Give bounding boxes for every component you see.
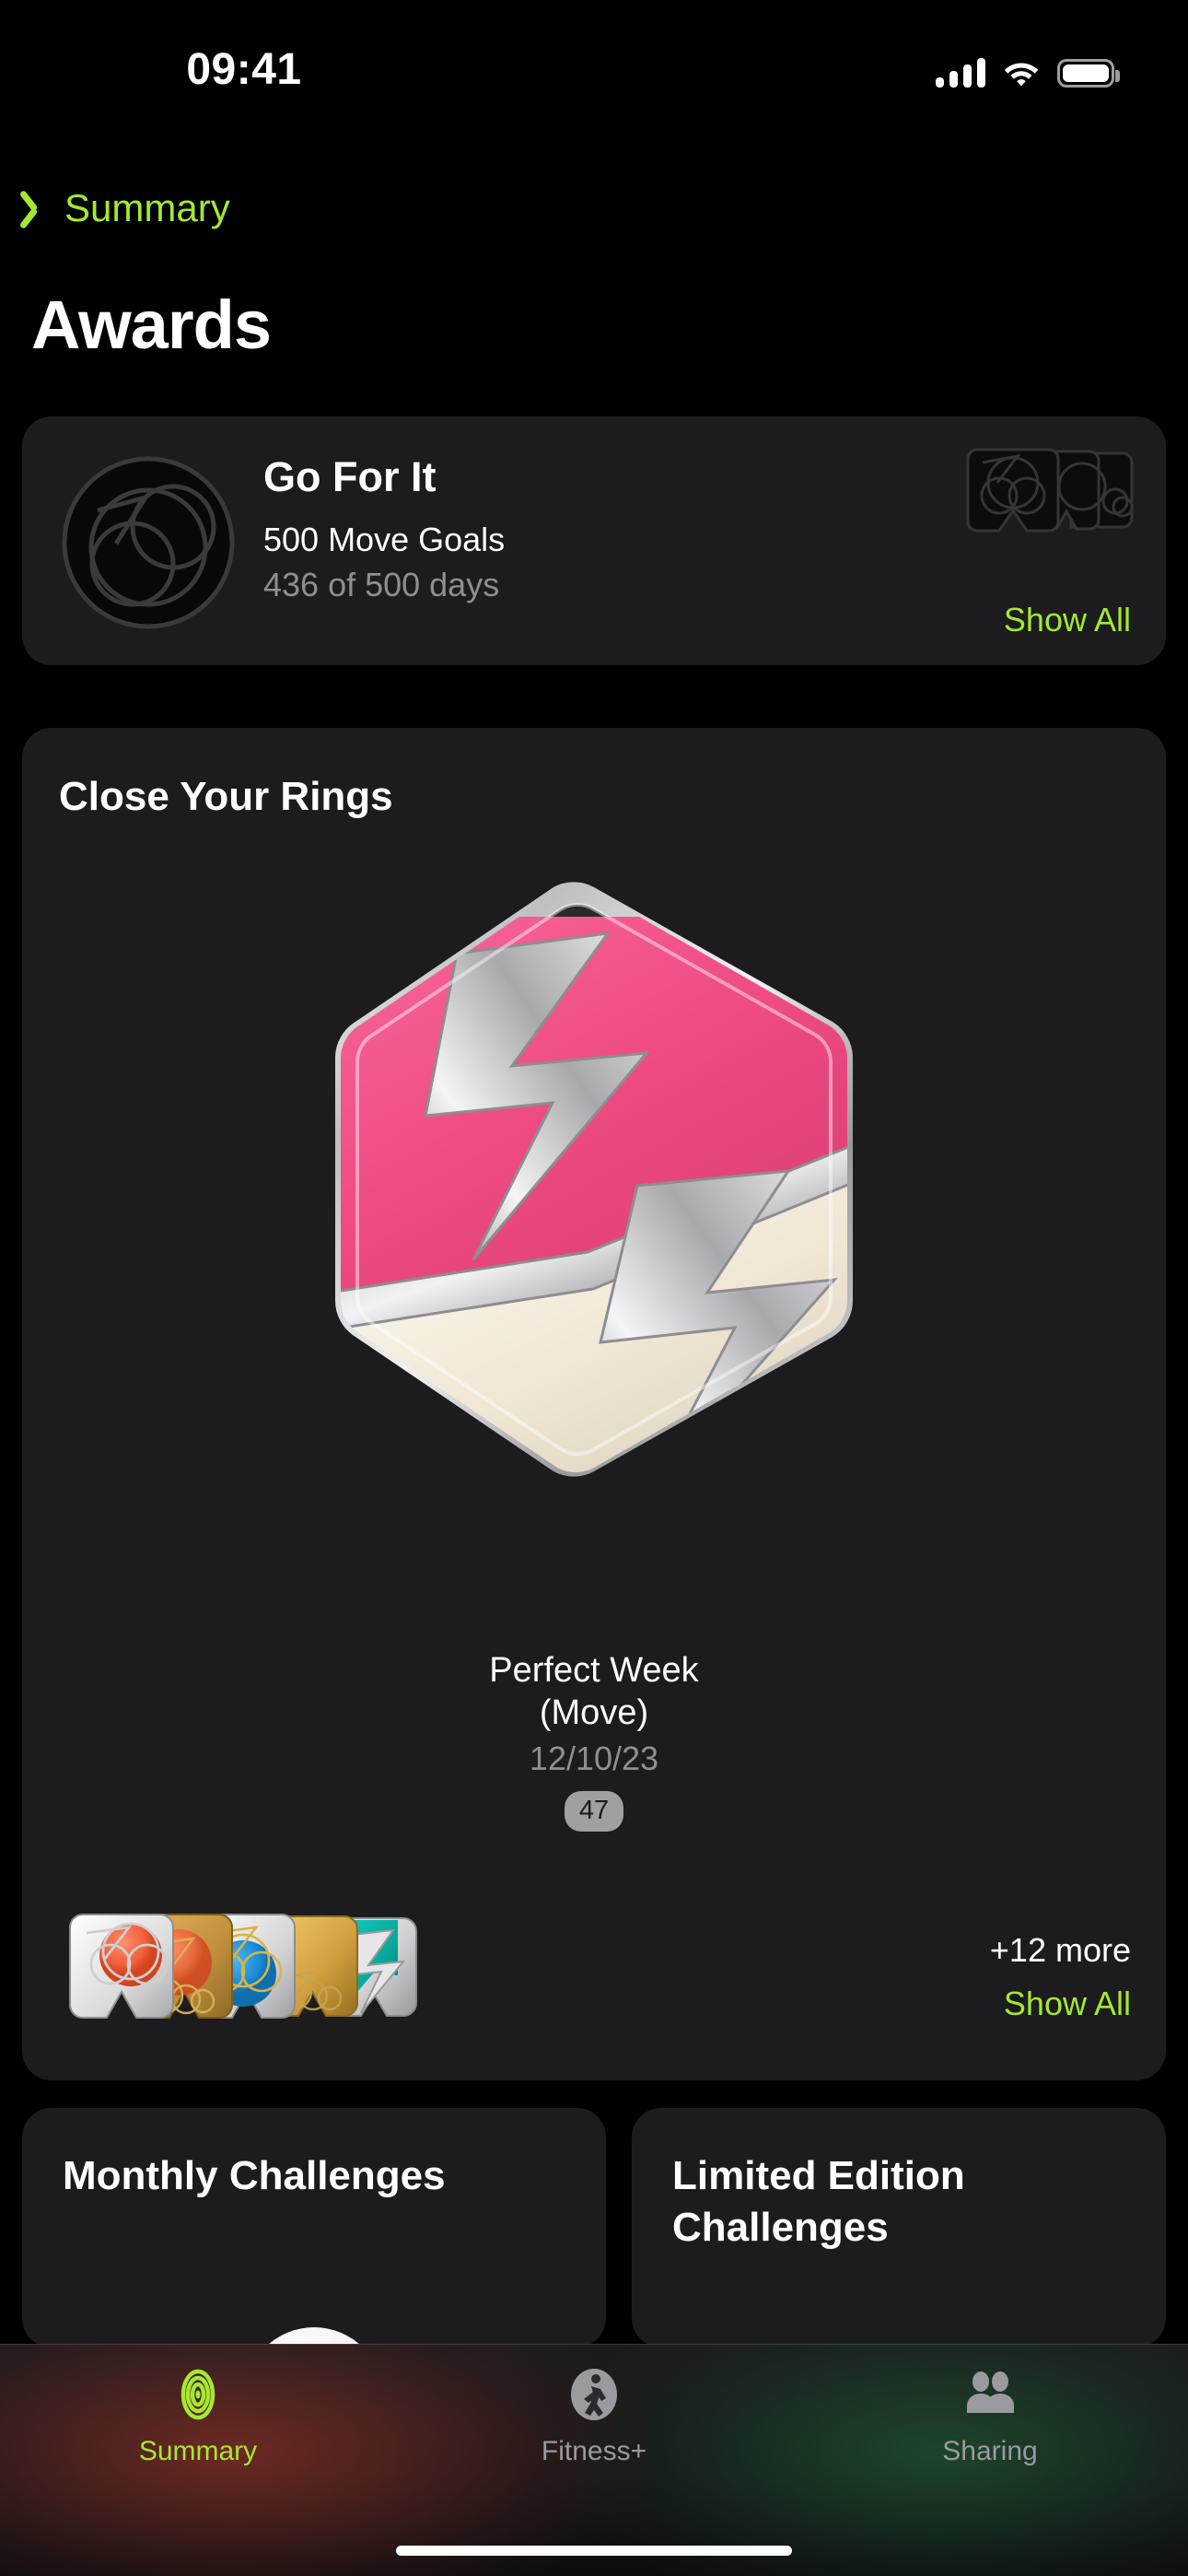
tab-summary-label: Summary bbox=[138, 2436, 258, 2466]
close-your-rings-card: Close Your Rings Perfect Week (Move) 12/… bbox=[22, 728, 1166, 2080]
go-for-it-title: Go For It bbox=[263, 453, 437, 500]
move-goal-circles-badge-icon bbox=[61, 455, 236, 630]
go-for-it-text-block: Go For It 500 Move Goals 436 of 500 days bbox=[263, 453, 505, 605]
hero-award-count-badge: 47 bbox=[564, 1790, 624, 1832]
fitness-plus-runner-icon bbox=[564, 2364, 624, 2425]
battery-full-icon bbox=[1057, 59, 1120, 88]
wifi-icon bbox=[1002, 58, 1041, 88]
tab-fitness-plus[interactable]: Fitness+ bbox=[396, 2364, 792, 2467]
people-sharing-icon bbox=[960, 2364, 1020, 2425]
home-indicator[interactable] bbox=[396, 2546, 792, 2556]
status-bar-time: 09:41 bbox=[186, 45, 302, 94]
go-for-it-show-all-link[interactable]: Show All bbox=[1004, 601, 1131, 639]
hero-award-name-line1: Perfect Week bbox=[489, 1651, 699, 1690]
award-mini-stack-icon[interactable] bbox=[63, 1907, 449, 2027]
tab-sharing[interactable]: Sharing bbox=[792, 2364, 1188, 2467]
tab-list: Summary Fitness+ Sharing bbox=[0, 2364, 1188, 2467]
locked-awards-stack-icon bbox=[961, 444, 1140, 550]
rings-more-count: +12 more bbox=[989, 1931, 1131, 1969]
page-title: Awards bbox=[31, 287, 272, 363]
go-for-it-subtitle: 500 Move Goals bbox=[263, 521, 506, 559]
hero-badge-wrap bbox=[22, 838, 1166, 1520]
limited-edition-challenges-title: Limited Edition Challenges bbox=[672, 2153, 965, 2251]
chevron-left-icon bbox=[29, 189, 52, 228]
monthly-challenges-card[interactable]: Monthly Challenges bbox=[22, 2108, 606, 2348]
status-bar: 09:41 bbox=[0, 0, 1188, 101]
go-for-it-card[interactable]: Go For It 500 Move Goals 436 of 500 days bbox=[22, 416, 1166, 665]
status-bar-indicators bbox=[936, 51, 1120, 88]
awards-screen: 09:41 Summary Awards Go For It 500 Move … bbox=[0, 0, 1188, 2576]
tab-sharing-label: Sharing bbox=[942, 2436, 1038, 2466]
back-button-label: Summary bbox=[64, 186, 230, 229]
tab-bar-divider bbox=[0, 2344, 1188, 2345]
limited-edition-challenges-card[interactable]: Limited Edition Challenges bbox=[632, 2108, 1166, 2348]
close-your-rings-title: Close Your Rings bbox=[59, 774, 393, 819]
tab-bar: Summary Fitness+ Sharing bbox=[0, 2344, 1188, 2576]
hero-caption: Perfect Week (Move) 12/10/23 47 bbox=[22, 1649, 1166, 1832]
go-for-it-progress: 436 of 500 days bbox=[263, 566, 500, 604]
hero-award-date: 12/10/23 bbox=[529, 1739, 659, 1777]
tab-fitness-plus-label: Fitness+ bbox=[541, 2436, 647, 2466]
monthly-challenges-title: Monthly Challenges bbox=[63, 2153, 446, 2198]
perfect-week-move-hexagon-badge-icon[interactable] bbox=[276, 861, 912, 1497]
cellular-bars-icon bbox=[936, 58, 985, 88]
back-button-summary[interactable]: Summary bbox=[20, 175, 239, 241]
rings-show-all-link[interactable]: Show All bbox=[1004, 1985, 1131, 2023]
hero-award-name-line2: (Move) bbox=[539, 1693, 649, 1733]
tab-summary[interactable]: Summary bbox=[0, 2364, 396, 2467]
activity-rings-icon bbox=[168, 2364, 228, 2425]
